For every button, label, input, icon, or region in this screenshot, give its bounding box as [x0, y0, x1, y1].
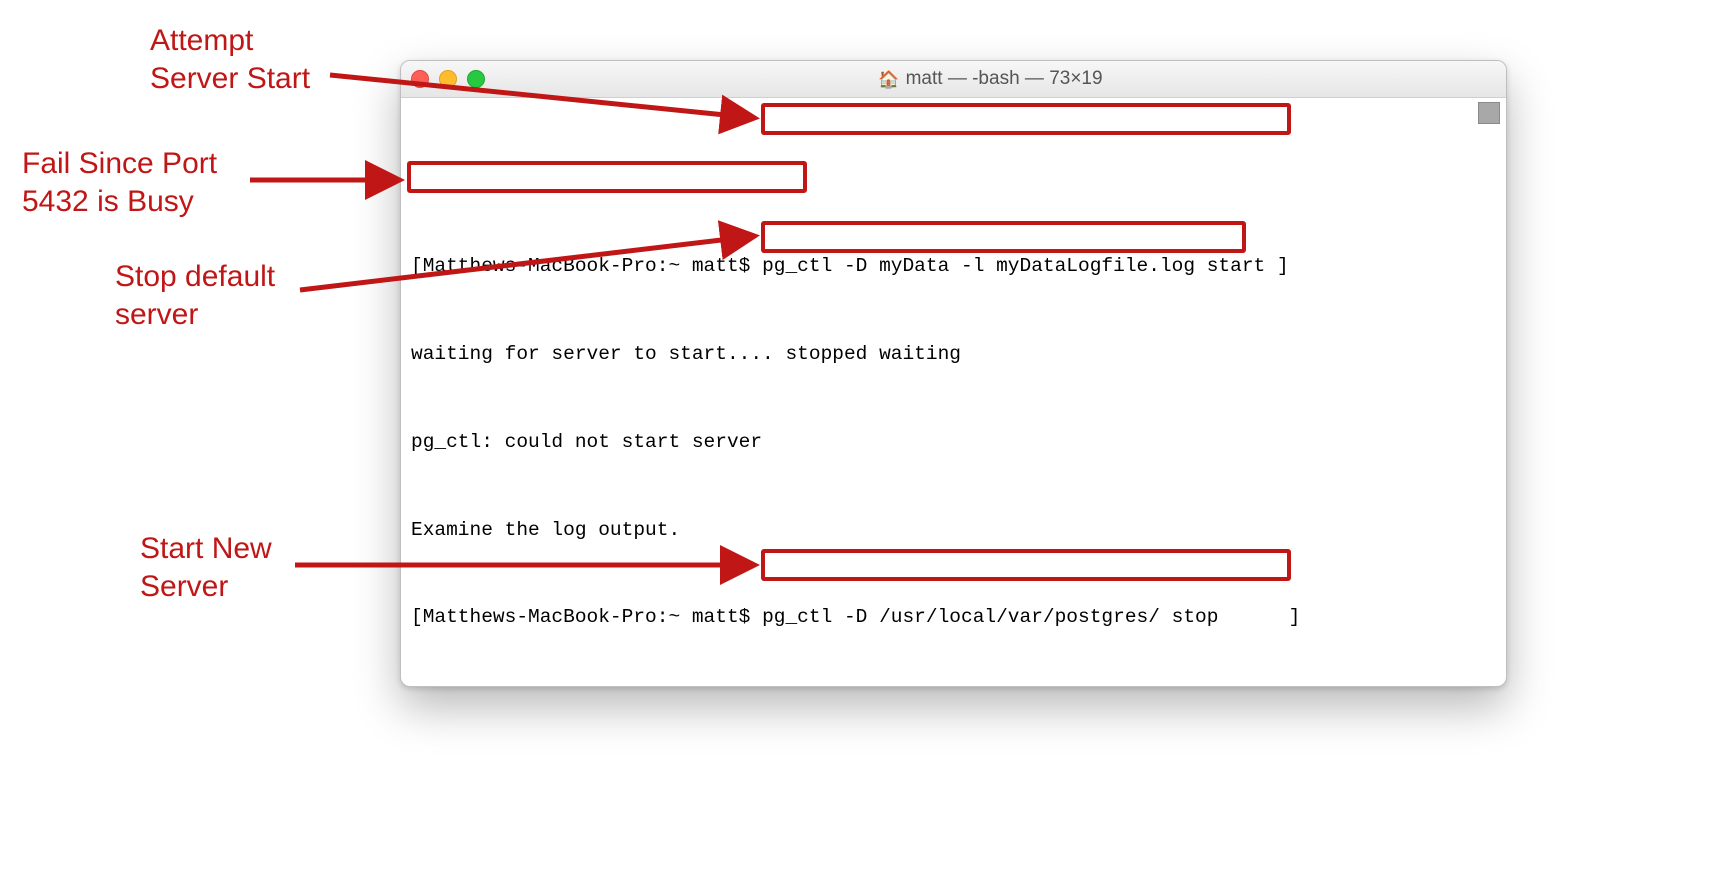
term-line: pg_ctl: could not start server: [411, 428, 1476, 457]
terminal-window: 🏠 matt — -bash — 73×19 [Matthews-MacBook…: [400, 60, 1507, 687]
annotation-start-new: Start New Server: [140, 530, 272, 605]
term-line: waiting for server to start.... stopped …: [411, 340, 1476, 369]
home-icon: 🏠: [878, 71, 899, 88]
minimize-icon[interactable]: [439, 70, 457, 88]
term-line: Examine the log output.: [411, 516, 1476, 545]
window-title-text: matt — -bash — 73×19: [906, 68, 1103, 90]
window-titlebar: 🏠 matt — -bash — 73×19: [401, 61, 1506, 98]
annotation-attempt-start: Attempt Server Start: [150, 22, 310, 97]
term-line: [Matthews-MacBook-Pro:~ matt$ pg_ctl -D …: [411, 252, 1476, 281]
terminal-output[interactable]: [Matthews-MacBook-Pro:~ matt$ pg_ctl -D …: [401, 98, 1506, 687]
zoom-icon[interactable]: [467, 70, 485, 88]
close-icon[interactable]: [411, 70, 429, 88]
annotation-stop-default: Stop default server: [115, 258, 275, 333]
term-line: [Matthews-MacBook-Pro:~ matt$ pg_ctl -D …: [411, 603, 1476, 632]
scrollbar-top-square: [1478, 102, 1500, 124]
window-title: 🏠 matt — -bash — 73×19: [485, 68, 1496, 90]
annotation-fail-port: Fail Since Port 5432 is Busy: [22, 145, 217, 220]
window-traffic-lights: [411, 70, 485, 88]
